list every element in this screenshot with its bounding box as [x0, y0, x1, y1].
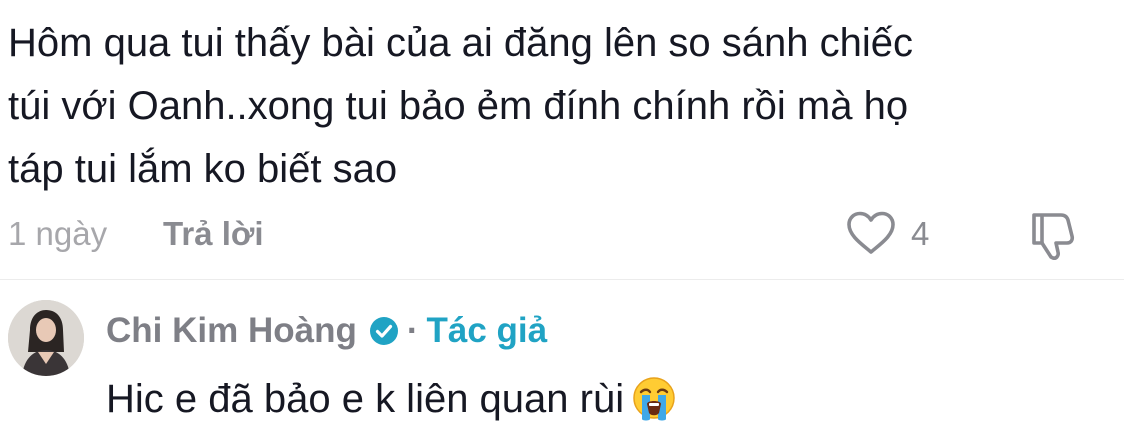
comment-actions: 1 ngày Trả lời 4: [0, 210, 1124, 260]
avatar[interactable]: [8, 300, 84, 376]
verified-badge-icon: [369, 316, 399, 346]
thumbs-down-icon[interactable]: [1025, 210, 1077, 262]
divider: [0, 279, 1124, 280]
reply-text: Hic e đã bảo e k liên quan rùi: [106, 377, 625, 421]
reply-author-line: Chi Kim Hoàng · Tác giả: [106, 306, 547, 356]
loudly-crying-face-emoji: [630, 375, 678, 423]
comment-text: Hôm qua tui thấy bài của ai đăng lên so …: [8, 21, 914, 191]
like-count: 4: [911, 215, 930, 252]
reply-text-line: Hic e đã bảo e k liên quan rùi: [106, 370, 678, 428]
heart-outline-icon[interactable]: [845, 210, 897, 256]
comment-timestamp: 1 ngày: [8, 215, 108, 252]
author-tag: Tác giả: [426, 311, 548, 350]
reply-button[interactable]: Trả lời: [163, 215, 264, 253]
separator-dot: ·: [406, 311, 419, 350]
author-name[interactable]: Chi Kim Hoàng: [106, 311, 357, 351]
